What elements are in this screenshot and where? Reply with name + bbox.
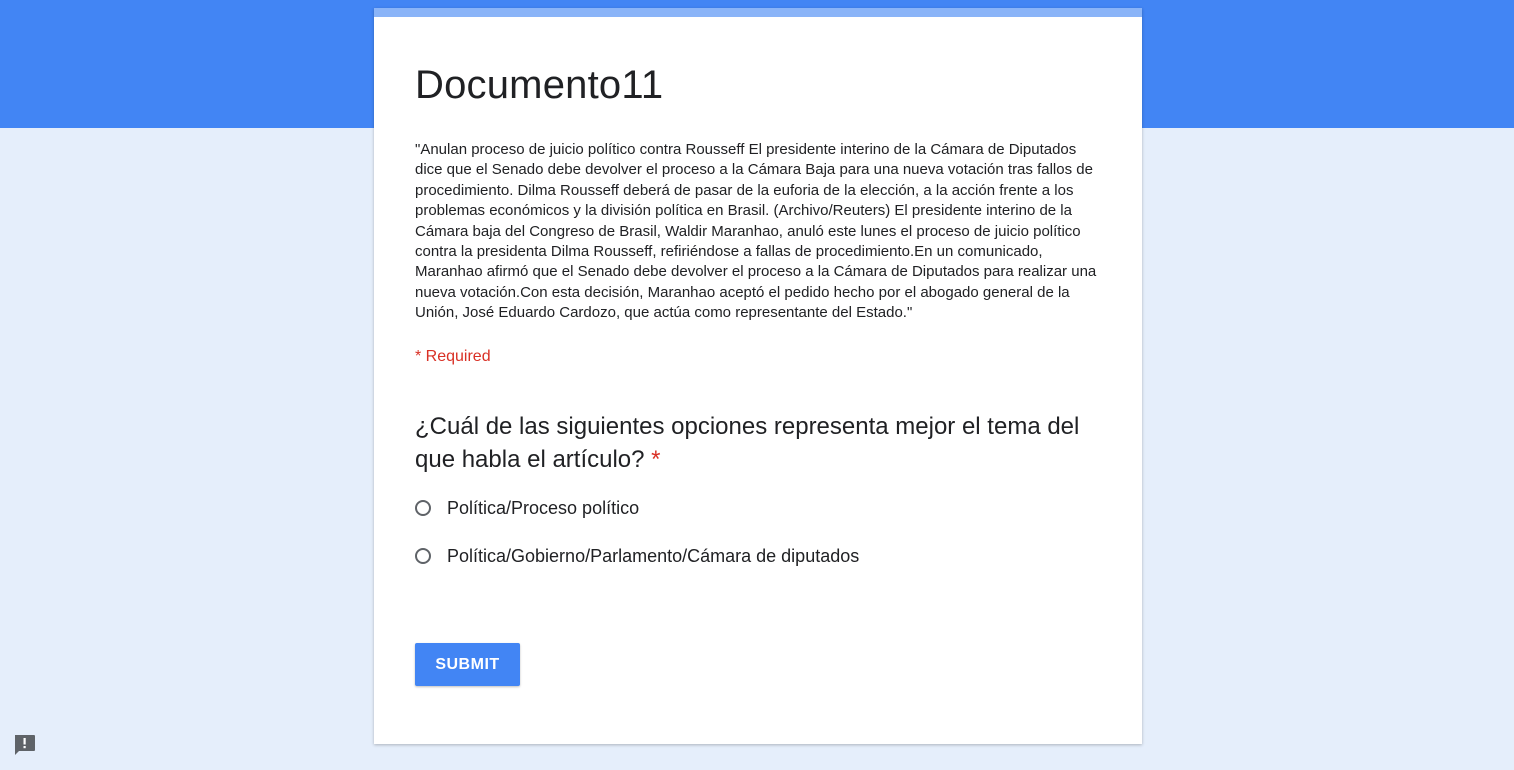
option-politica-proceso[interactable]: Política/Proceso político — [415, 496, 639, 520]
card-accent-bar — [374, 8, 1142, 17]
required-note: * Required — [415, 348, 491, 365]
radio-button[interactable] — [415, 548, 431, 564]
question-text: ¿Cuál de las siguientes opciones represe… — [415, 413, 1080, 473]
option-politica-gobierno[interactable]: Política/Gobierno/Parlamento/Cámara de d… — [415, 544, 859, 568]
form-card: Documento11 "Anulan proceso de juicio po… — [374, 8, 1142, 744]
required-asterisk: * — [651, 446, 661, 473]
option-label: Política/Proceso político — [447, 498, 640, 518]
report-feedback-icon[interactable] — [12, 733, 37, 758]
question-title: ¿Cuál de las siguientes opciones represe… — [415, 410, 1095, 476]
submit-button[interactable]: SUBMIT — [415, 643, 520, 686]
radio-button[interactable] — [415, 500, 431, 516]
form-description: "Anulan proceso de juicio político contr… — [415, 141, 1097, 322]
option-label: Política/Gobierno/Parlamento/Cámara de d… — [447, 546, 860, 566]
form-title: Documento11 — [415, 63, 664, 107]
